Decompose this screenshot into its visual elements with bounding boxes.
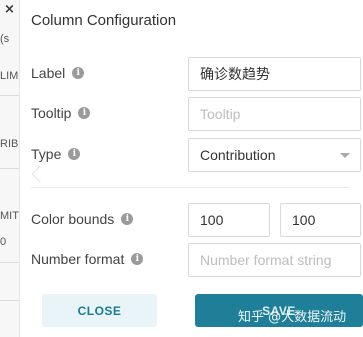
tooltip-field-label-text: Tooltip [31,105,72,121]
background-text: 0 [0,236,7,248]
number-format-input[interactable] [188,243,361,277]
background-divider [0,262,19,263]
type-row: Type i Contribution [31,138,363,172]
close-icon[interactable]: × [4,2,15,17]
type-field-label-text: Type [31,146,62,162]
info-icon[interactable]: i [78,107,91,119]
label-input[interactable] [188,57,361,91]
number-format-field-label-text: Number format [31,251,125,267]
color-bounds-row: Color bounds i [31,203,363,237]
tooltip-field-label: Tooltip i [31,105,91,121]
type-field-label: Type i [31,146,81,162]
tooltip-row: Tooltip i [31,97,363,131]
screen: × (s LIM RIB MIT 0 Column Configuration … [0,0,363,337]
background-text: LIM [0,70,19,82]
background-text: RIB [0,138,19,150]
background-page: × (s LIM RIB MIT 0 [0,0,20,337]
background-text: MIT [0,210,19,222]
chevron-down-icon [340,153,350,158]
color-bounds-max-input[interactable] [280,203,361,237]
background-divider [0,300,19,301]
column-configuration-popover: Column Configuration Label i Tooltip i T… [20,0,363,337]
label-row: Label i [31,57,363,91]
type-select[interactable]: Contribution [188,138,361,172]
info-icon[interactable]: i [72,67,85,79]
label-field-label: Label i [31,65,85,81]
type-select-value: Contribution [200,147,276,163]
close-button[interactable]: CLOSE [42,294,157,327]
popover-title: Column Configuration [31,12,177,29]
color-bounds-field-label: Color bounds i [31,211,134,227]
color-bounds-min-input[interactable] [188,203,270,237]
info-icon[interactable]: i [68,148,81,160]
info-icon[interactable]: i [131,253,144,265]
background-divider [0,168,19,169]
label-field-label-text: Label [31,65,66,81]
number-format-row: Number format i [31,243,363,277]
background-text: (s [0,33,10,45]
info-icon[interactable]: i [121,213,134,225]
section-divider [31,187,350,188]
number-format-field-label: Number format i [31,251,144,267]
watermark-text: 知乎 @大数据流动 [238,310,347,325]
color-bounds-field-label-text: Color bounds [31,211,115,227]
background-divider [0,95,19,96]
tooltip-input[interactable] [188,97,361,131]
